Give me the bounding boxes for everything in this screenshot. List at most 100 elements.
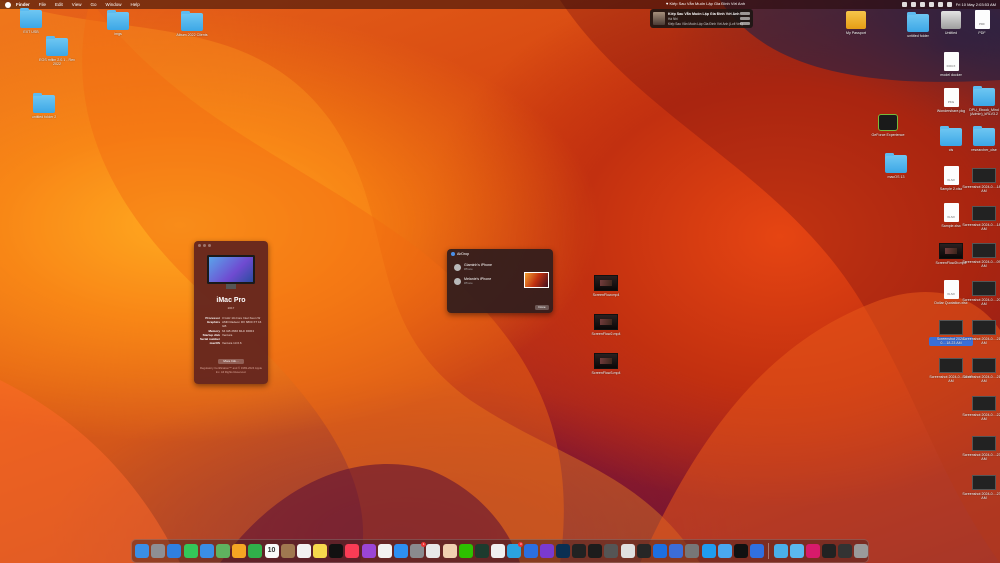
search-icon[interactable] (937, 2, 943, 7)
desktop-item[interactable]: DPU_Ebook_Mind (Admin)_kRLV3.2 (962, 86, 1000, 117)
more-icon[interactable] (740, 21, 750, 25)
desktop-item[interactable]: ScreenFlow3.mp4 (584, 353, 628, 375)
dock-news-icon[interactable] (377, 544, 392, 558)
menu-clock[interactable]: Fri 10 May 2:03:53 AM (956, 2, 996, 7)
desktop-item[interactable]: GeForce Experience (866, 114, 910, 137)
dock-hex-app-icon[interactable] (523, 544, 538, 558)
desktop-item[interactable]: EOS mfilm 2.0.1 - Rev 2022 (35, 36, 79, 67)
dock-fcp-icon[interactable] (620, 544, 635, 558)
desktop-item[interactable]: Screenshot 2024-0....22.53 AM (962, 396, 1000, 422)
menu-view[interactable]: View (72, 2, 82, 7)
dock-preview-icon[interactable] (426, 544, 441, 558)
desktop-item[interactable]: Screenshot 2024-0....18.02 AM (962, 168, 1000, 194)
dock-blue-app-icon[interactable] (701, 544, 716, 558)
dock-xcode-icon[interactable] (653, 544, 667, 558)
dock-creative-app-icon[interactable] (669, 544, 684, 558)
dock-facetime-icon[interactable] (248, 544, 263, 558)
desktop-item[interactable]: untitled folder 2 (22, 93, 66, 119)
dock-telegram-icon[interactable]: 3 (507, 542, 524, 558)
dock-tiktok-icon[interactable] (805, 544, 820, 558)
dock-photoshop-icon[interactable] (555, 544, 570, 558)
now-playing-popup[interactable]: Kiếp Sau Vẫn Muốn Lập Gia Đình Với Anh H… (650, 9, 753, 28)
dock-apple-tv-icon[interactable] (329, 544, 344, 558)
menu-edit[interactable]: Edit (55, 2, 63, 7)
bluetooth-icon[interactable] (910, 2, 916, 7)
desktop-item[interactable]: Screenshot 2024-0....21.53 AM (962, 358, 1000, 384)
dock-messages-icon[interactable] (183, 544, 198, 558)
dock-xcode-tools-icon[interactable] (750, 544, 765, 558)
dock-terminal-icon[interactable] (733, 544, 748, 558)
desktop-item[interactable]: researcher_clse (962, 126, 1000, 152)
menu-go[interactable]: Go (90, 2, 96, 7)
dock-contacts-icon[interactable] (280, 544, 295, 558)
airdrop-sheet[interactable]: AirDrop Giaminh's iPhone iPhone Melanie'… (447, 249, 553, 313)
minimize-window-icon[interactable] (203, 244, 206, 247)
more-info-button[interactable]: More Info... (218, 359, 244, 364)
desktop-item[interactable]: Album 2022 Clients (170, 11, 214, 37)
next-track-icon[interactable] (740, 16, 750, 21)
dock-folder-dl-icon[interactable] (773, 544, 788, 558)
dock-maps-icon[interactable] (215, 544, 230, 558)
dock-launchpad-icon[interactable] (151, 544, 166, 558)
desktop-item[interactable]: Screenshot 2024-0....09.38 AM (962, 243, 1000, 269)
battery-icon[interactable] (919, 2, 925, 7)
dock-z-app-icon[interactable] (636, 544, 651, 558)
desktop-item-label: ScreenFlow3.mp4 (591, 371, 621, 375)
dock-image-app-icon[interactable] (838, 544, 853, 558)
dock-trash-icon[interactable] (854, 544, 869, 558)
dock-reminders-icon[interactable] (296, 544, 311, 558)
menu-finder[interactable]: Finder (16, 2, 30, 7)
done-button[interactable]: Done (535, 305, 549, 310)
desktop-item[interactable]: Screenshot 2024-0....18.12 AM (962, 206, 1000, 232)
desktop-item[interactable]: imgs (96, 10, 140, 36)
dock-wechat-icon[interactable] (458, 544, 473, 558)
screenshot-thumbnail (972, 396, 996, 411)
desktop-item[interactable]: ScreenFlow2.mp4 (584, 314, 628, 336)
airdrop-device[interactable]: Melanie's iPhone iPhone (454, 277, 491, 285)
apple-menu-icon[interactable] (5, 1, 11, 8)
dock-mail-icon[interactable] (199, 544, 214, 558)
desktop-item[interactable]: My Passport (834, 11, 878, 35)
dock-sys-prefs-icon[interactable] (685, 544, 700, 558)
dock-music-icon[interactable] (345, 544, 360, 558)
wifi-icon[interactable] (928, 2, 934, 7)
desktop-item[interactable]: PDF PDF (960, 10, 1000, 35)
desktop-item[interactable]: ScreenFlow.mp4 (584, 275, 628, 297)
dock-system-settings-icon[interactable]: 1 (410, 542, 427, 558)
zoom-window-icon[interactable] (208, 244, 211, 247)
about-this-mac-window[interactable]: iMac Pro 2017 Processor 3 GHz 10-Core Int… (194, 241, 268, 384)
dock-capture-app-icon[interactable] (604, 544, 619, 558)
desktop-item[interactable]: Screenshot 2024-0....23.48 AM (962, 475, 1000, 501)
desktop-item[interactable]: macOS 13 (874, 153, 918, 179)
dock-emoji-app-icon[interactable] (442, 544, 457, 558)
dock-dart-app-icon[interactable] (539, 544, 554, 558)
dock-finder-icon[interactable] (135, 544, 149, 558)
close-window-icon[interactable] (198, 244, 201, 247)
menu-window[interactable]: Window (106, 2, 122, 7)
control-center-icon[interactable] (946, 2, 952, 7)
dock-chrome-icon[interactable] (491, 544, 506, 558)
desktop-item[interactable]: Screenshot 2024-0....23.15 AM (962, 436, 1000, 462)
menu-file[interactable]: File (39, 2, 46, 7)
menu-help[interactable]: Help (131, 2, 140, 7)
dock-settings-app-icon[interactable] (588, 544, 603, 558)
desktop-item[interactable]: DOCX model docker (929, 52, 973, 77)
play-pause-icon[interactable] (740, 12, 750, 16)
dock-photos-icon[interactable] (232, 544, 247, 558)
dock-safari-icon[interactable] (167, 544, 182, 558)
desktop-item[interactable]: EXT USB (9, 8, 53, 34)
dropbox-icon[interactable] (901, 2, 907, 7)
dock-calendar-icon[interactable]: 10 (264, 544, 279, 558)
dock-terminal-app-icon[interactable] (474, 544, 489, 558)
dock-screen-app-icon[interactable] (572, 544, 587, 558)
dock-dark-app-icon[interactable] (822, 544, 837, 558)
desktop-item[interactable]: Screenshot 2024-0....21.18 AM (962, 320, 1000, 346)
dock-cloud-app-icon[interactable] (717, 544, 732, 558)
dock-podcasts-icon[interactable] (361, 544, 376, 558)
dock-notes-icon[interactable] (313, 544, 328, 558)
desktop-item[interactable]: Screenshot 2024-0....20.38 AM (962, 281, 1000, 307)
now-playing-menu-item[interactable]: ♥ Kiếp Sau Vẫn Muốn Lập Gia Đình Với Anh (666, 1, 745, 6)
airdrop-device[interactable]: Giaminh's iPhone iPhone (454, 263, 492, 271)
dock-app-store-icon[interactable] (394, 544, 408, 558)
dock-folder-docs-icon[interactable] (789, 544, 804, 558)
